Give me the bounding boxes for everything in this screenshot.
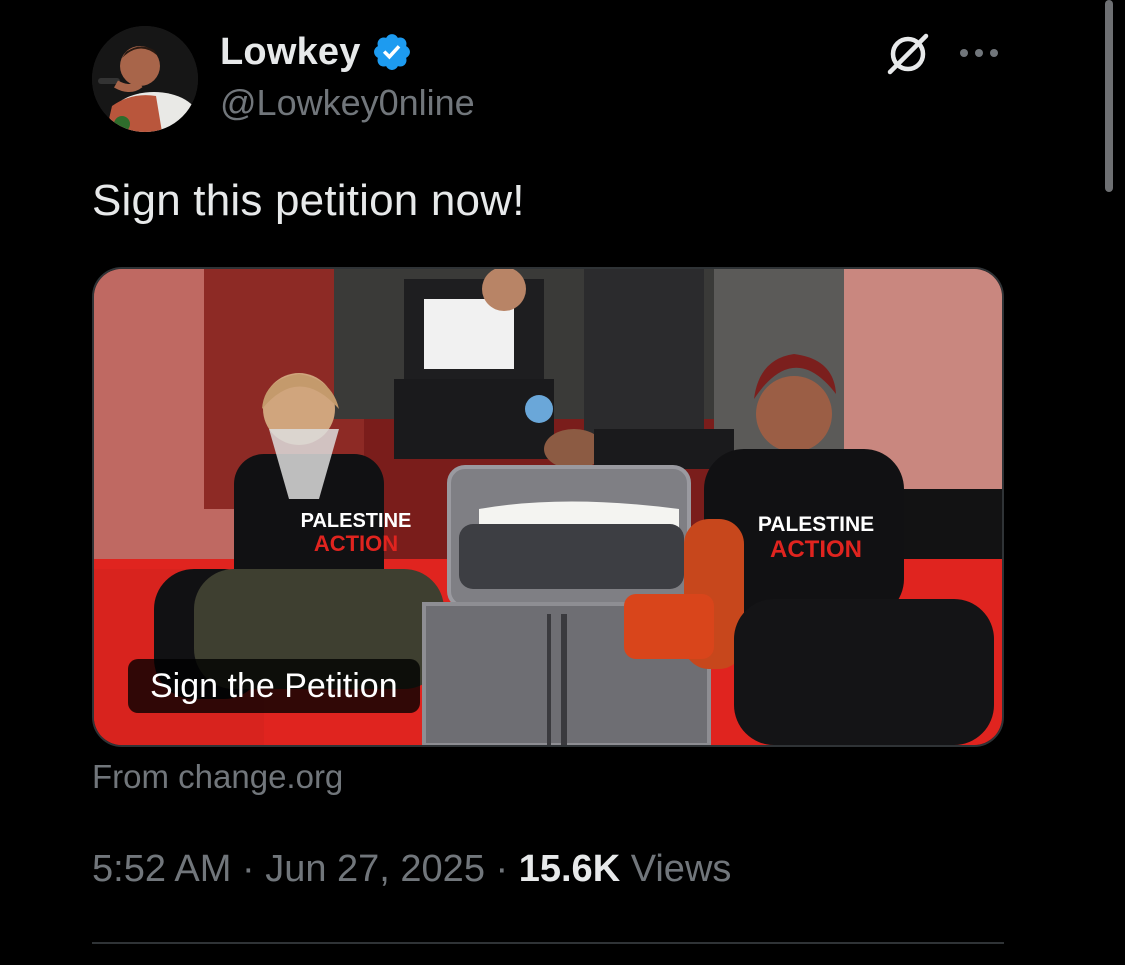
shirt-text-right-1: PALESTINE [758, 513, 874, 536]
shirt-text-left-1: PALESTINE [301, 510, 412, 532]
divider [92, 942, 1004, 944]
author-name-row[interactable]: Lowkey [220, 28, 413, 76]
meta-separator: · [495, 848, 509, 890]
tweet-meta: 5:52 AM · Jun 27, 2025 · 15.6K Views [92, 848, 731, 891]
verified-badge-icon [373, 34, 410, 70]
tweet-detail-page: Lowkey @Lowkey0nline Sign this petition … [0, 0, 1125, 965]
card-source[interactable]: From change.org [92, 758, 343, 796]
shirt-text-left-2: ACTION [314, 531, 398, 556]
scrollbar[interactable] [1105, 0, 1113, 192]
views-count[interactable]: 15.6K [519, 848, 620, 890]
grok-icon[interactable] [884, 30, 932, 78]
views-label[interactable]: Views [631, 848, 732, 890]
card-title[interactable]: Sign the Petition [128, 659, 420, 713]
tweet-date[interactable]: Jun 27, 2025 [265, 848, 485, 890]
more-dots-icon[interactable] [956, 38, 1002, 68]
tweet-text: Sign this petition now! [92, 176, 525, 225]
tweet-time[interactable]: 5:52 AM [92, 848, 231, 890]
author-handle[interactable]: @Lowkey0nline [220, 82, 475, 124]
avatar-image [92, 26, 198, 132]
link-preview-card[interactable]: PALESTINE ACTION PALESTINE ACTION Sign t… [92, 267, 1004, 747]
author-display-name[interactable]: Lowkey [220, 31, 361, 74]
avatar[interactable] [92, 26, 198, 132]
meta-separator: · [241, 848, 255, 890]
shirt-text-right-2: ACTION [770, 536, 862, 563]
